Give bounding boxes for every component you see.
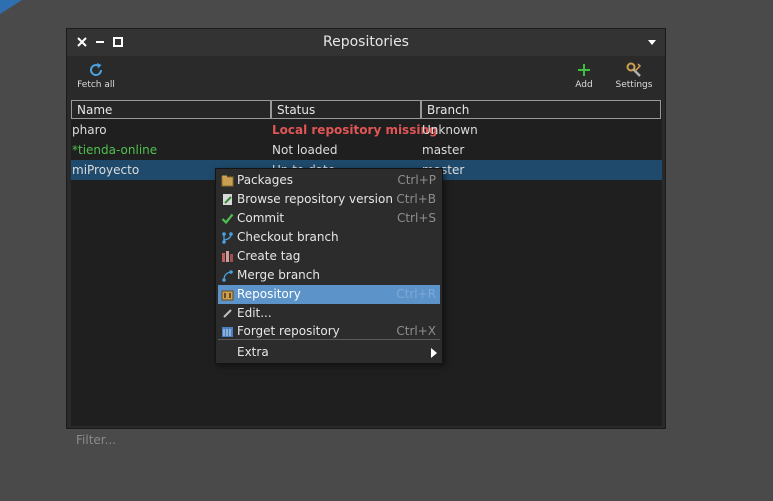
menu-item-checkout-branch[interactable]: Checkout branch — [218, 228, 440, 247]
tag-icon — [222, 251, 233, 262]
column-header-status[interactable]: Status — [271, 100, 421, 119]
title-bar[interactable]: Repositories — [67, 29, 665, 56]
menu-item-commit[interactable]: Commit Ctrl+S — [218, 209, 440, 228]
menu-item-label: Commit — [237, 211, 285, 225]
menu-item-label: Packages — [237, 173, 293, 187]
menu-item-shortcut: Ctrl+R — [396, 287, 436, 301]
menu-item-repository[interactable]: Repository Ctrl+R — [218, 285, 440, 304]
column-header-name[interactable]: Name — [71, 100, 271, 119]
menu-item-packages[interactable]: Packages Ctrl+P — [218, 171, 440, 190]
wrench-icon — [626, 62, 642, 77]
menu-item-label: Extra — [237, 345, 269, 359]
menu-item-label: Browse repository version — [237, 192, 393, 206]
menu-item-label: Merge branch — [237, 268, 320, 282]
menu-item-browse-repository-version[interactable]: Browse repository version Ctrl+B — [218, 190, 440, 209]
repo-status: Local repository missing — [272, 123, 438, 137]
menu-item-label: Repository — [237, 287, 301, 301]
menu-item-label: Edit... — [237, 306, 272, 320]
packages-icon — [221, 175, 234, 187]
menu-item-merge-branch[interactable]: Merge branch — [218, 266, 440, 285]
menu-item-edit[interactable]: Edit... — [218, 304, 440, 323]
window-title: Repositories — [323, 34, 409, 50]
repo-status: Not loaded — [272, 143, 338, 157]
repo-name: miProyecto — [72, 163, 140, 177]
window-menu-icon[interactable] — [645, 35, 659, 49]
menu-item-label: Checkout branch — [237, 230, 339, 244]
menu-item-shortcut: Ctrl+S — [396, 211, 436, 225]
menu-item-shortcut: Ctrl+P — [397, 173, 436, 187]
browse-icon — [223, 194, 232, 205]
menu-item-extra[interactable]: Extra — [218, 343, 440, 362]
menu-item-create-tag[interactable]: Create tag — [218, 247, 440, 266]
check-icon — [221, 213, 234, 225]
table-row[interactable]: *tienda-online Not loaded master — [71, 140, 662, 160]
repo-name: *tienda-online — [72, 143, 158, 157]
filter-input[interactable]: Filter... — [76, 433, 636, 447]
column-header-branch[interactable]: Branch — [421, 100, 661, 119]
add-label: Add — [575, 80, 593, 90]
repo-branch: master — [422, 143, 465, 157]
submenu-arrow-icon — [431, 348, 437, 358]
settings-label: Settings — [615, 80, 653, 90]
corner-decoration — [0, 0, 22, 14]
menu-item-label: Create tag — [237, 249, 301, 263]
branch-icon — [222, 232, 233, 244]
context-menu: Packages Ctrl+P Browse repository versio… — [215, 168, 443, 364]
fetch-all-label: Fetch all — [77, 80, 115, 90]
menu-item-shortcut: Ctrl+B — [396, 192, 436, 206]
repo-branch: Unknown — [422, 123, 478, 137]
repository-icon — [221, 290, 234, 301]
repo-name: pharo — [72, 123, 107, 137]
refresh-icon — [90, 63, 103, 76]
add-button[interactable]: Add — [558, 61, 610, 93]
settings-button[interactable]: Settings — [608, 61, 660, 93]
merge-icon — [222, 270, 233, 282]
forget-icon — [222, 327, 233, 337]
plus-icon — [578, 64, 590, 76]
menu-separator — [218, 339, 440, 340]
table-row[interactable]: pharo Local repository missing Unknown — [71, 120, 662, 140]
edit-icon — [223, 309, 232, 318]
fetch-all-button[interactable]: Fetch all — [70, 61, 122, 93]
